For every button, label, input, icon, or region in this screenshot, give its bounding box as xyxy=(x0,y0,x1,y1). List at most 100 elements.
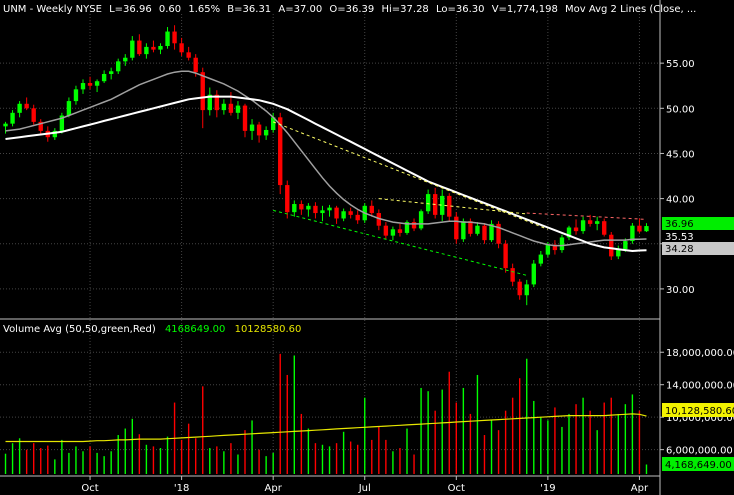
candle-body xyxy=(418,211,424,229)
candle-body xyxy=(80,83,86,90)
candle-body xyxy=(242,105,248,131)
candle-body xyxy=(10,112,15,124)
candle-body xyxy=(87,83,93,86)
candle-body xyxy=(482,225,487,241)
candle-body xyxy=(538,254,544,264)
candle-body xyxy=(235,105,241,113)
badge-last-price-text: 36.96 xyxy=(665,219,694,230)
candle-body xyxy=(334,207,339,219)
candle-body xyxy=(587,220,593,224)
badge-ma-fast-text: 35.53 xyxy=(665,232,694,243)
price-tick-label: 40.00 xyxy=(666,195,695,206)
candle-body xyxy=(503,243,508,269)
price-tick-label: 45.00 xyxy=(666,149,695,160)
volume-header: Volume Avg (50,50,green,Red) 4168649.00 … xyxy=(3,324,301,335)
candle-body xyxy=(397,229,403,233)
candle-body xyxy=(327,207,332,211)
candle-body xyxy=(313,205,318,214)
candle-body xyxy=(355,214,360,221)
candle-body xyxy=(263,129,269,136)
candle-body xyxy=(383,225,389,236)
candle-body xyxy=(559,237,565,251)
time-tick-label: Oct xyxy=(81,483,98,494)
badge-volume-avg: 10,128,580.60 xyxy=(662,403,734,417)
candle-body xyxy=(510,268,515,282)
open-price: O=36.39 xyxy=(329,4,374,15)
time-tick-label: '19 xyxy=(540,483,555,494)
candle-body xyxy=(221,103,227,111)
badge-volume-last-text: 4,168,649.00 xyxy=(665,460,732,471)
time-tick-label: Apr xyxy=(631,483,649,494)
volume-tick-label: 18,000,000.00 xyxy=(666,348,734,359)
candle-body xyxy=(179,43,184,53)
candle-body xyxy=(249,124,255,131)
candle-body xyxy=(137,40,142,55)
candle-body xyxy=(390,229,396,236)
time-tick-label: Oct xyxy=(448,483,465,494)
candle-body xyxy=(165,31,170,46)
ask-price: A=37.00 xyxy=(278,4,322,15)
candle-body xyxy=(524,284,529,296)
candle-body xyxy=(130,40,135,58)
candle-body xyxy=(73,89,79,102)
candle-body xyxy=(609,234,614,257)
candle-body xyxy=(285,185,290,213)
badge-volume-last: 4,168,649.00 xyxy=(662,457,734,471)
volume-tick-label: 6,000,000.00 xyxy=(666,446,733,457)
candle-body xyxy=(637,225,642,232)
candle-body xyxy=(116,61,121,72)
candle-body xyxy=(348,211,353,215)
volume-tick-label: 14,000,000.00 xyxy=(666,381,734,392)
candle-body xyxy=(517,281,522,296)
candle-body xyxy=(151,46,156,50)
candle-body xyxy=(108,71,114,74)
candle-body xyxy=(454,216,459,240)
badge-ma-slow: 34.28 xyxy=(662,242,734,255)
candle-body xyxy=(573,227,579,232)
symbol-label: UNM - Weekly NYSE xyxy=(3,4,102,15)
badge-volume-avg-text: 10,128,580.60 xyxy=(665,406,734,417)
candle-body xyxy=(200,72,205,111)
candle-body xyxy=(172,31,177,44)
bid-price: B=36.31 xyxy=(227,4,271,15)
candle-body xyxy=(299,204,304,210)
candle-body xyxy=(341,211,346,219)
volume-readout: V=1,774,198 xyxy=(492,4,558,15)
badge-last-price: 36.96 xyxy=(662,217,734,230)
candle-body xyxy=(461,221,466,240)
candle-body xyxy=(580,220,586,232)
price-change: 0.60 xyxy=(159,4,181,15)
low-price: Lo=36.30 xyxy=(436,4,485,15)
price-change-pct: 1.65% xyxy=(188,4,220,15)
last-price: L=36.96 xyxy=(109,4,152,15)
candle-body xyxy=(468,221,473,234)
candle-body xyxy=(101,73,107,82)
volume-avg-value: 10128580.60 xyxy=(235,324,302,335)
candle-body xyxy=(320,210,325,214)
candle-body xyxy=(228,103,234,113)
candle-body xyxy=(531,263,536,285)
candle-body xyxy=(306,205,311,210)
price-tick-label: 55.00 xyxy=(666,59,695,70)
candle-body xyxy=(3,123,8,127)
candle-body xyxy=(144,46,149,55)
candle-body xyxy=(475,225,480,234)
candle-body xyxy=(644,226,649,232)
time-tick-label: '18 xyxy=(174,483,189,494)
candle-body xyxy=(186,52,191,58)
candle-body xyxy=(66,101,72,116)
candle-body xyxy=(594,221,600,224)
candle-body xyxy=(31,108,36,122)
badge-ma-fast: 35.53 xyxy=(662,230,734,243)
volume-study-label: Volume Avg (50,50,green,Red) xyxy=(3,324,156,335)
candle-body xyxy=(193,57,198,73)
time-tick-label: Jul xyxy=(358,483,371,494)
candle-body xyxy=(602,221,607,235)
candle-body xyxy=(411,222,417,229)
high-price: Hi=37.28 xyxy=(381,4,428,15)
study-label: Mov Avg 2 Lines (Close, ... xyxy=(565,4,696,15)
badge-ma-slow-text: 34.28 xyxy=(665,244,694,255)
candle-body xyxy=(545,244,551,255)
candle-body xyxy=(94,81,100,86)
price-tick-label: 30.00 xyxy=(666,285,695,296)
